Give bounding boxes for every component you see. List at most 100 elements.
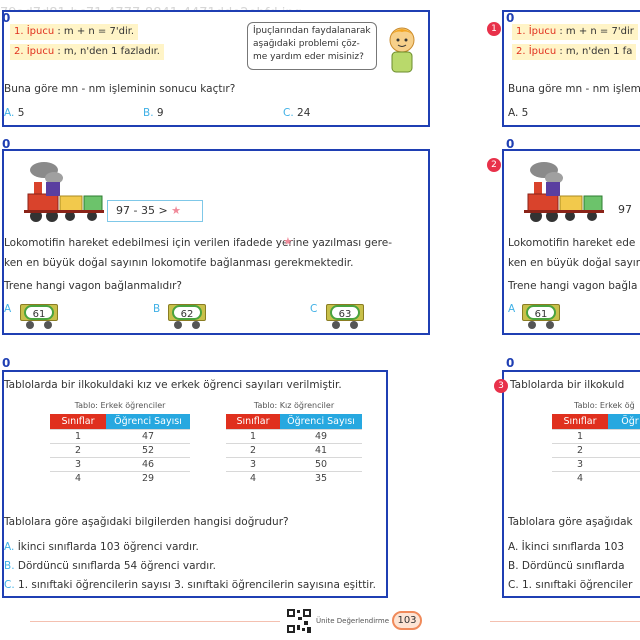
question-2-line-1-text: Lokomotifin hareket edebilmesi için veri… xyxy=(4,237,392,249)
hint-1: 1. İpucu : m + n = 7'dir. xyxy=(10,24,139,40)
table-row: 2 41 xyxy=(226,443,362,458)
star-icon-inline: ★ xyxy=(283,235,293,248)
table-header: Öğrenci Sayısı xyxy=(280,414,362,430)
question-2-option-b-wagon[interactable]: 62 xyxy=(168,300,206,330)
question-1-option-c[interactable]: C. 24 xyxy=(283,106,310,120)
right-question-2-line-2: ken en büyük doğal sayın xyxy=(508,257,640,269)
table-cell: 49 xyxy=(280,429,362,444)
question-3-number: 0 xyxy=(2,356,11,370)
question-2-option-c-wagon[interactable]: 63 xyxy=(326,300,364,330)
question-2-option-c-letter: C xyxy=(310,303,318,315)
table-row: 1 47 xyxy=(50,429,190,444)
right-hint-1-text: : m + n = 7'dir xyxy=(556,26,634,37)
wagon-wheel xyxy=(528,321,536,329)
right-question-1-badge: 1 xyxy=(487,22,501,36)
table-cell xyxy=(608,471,640,485)
wagon-wheel xyxy=(546,321,554,329)
option-value: 1. sınıftaki öğrencilerin sayısı 3. sını… xyxy=(18,579,376,591)
table-header: Öğrenci Sayısı xyxy=(106,414,190,430)
option-letter: C. xyxy=(283,107,294,119)
table-cell: 2 xyxy=(552,443,608,458)
table-cell xyxy=(608,457,640,472)
question-2-line-2: ken en büyük doğal sayının lokomotife ba… xyxy=(4,257,354,269)
table-cell: 3 xyxy=(226,457,280,472)
page-gutter xyxy=(432,0,486,640)
question-2-option-a-letter: A xyxy=(4,303,12,315)
right-question-2-option-a-letter: A xyxy=(508,303,516,315)
question-3-option-a[interactable]: A. İkinci sınıflarda 103 öğrenci vardır. xyxy=(4,540,199,554)
right-question-3-number: 0 xyxy=(506,356,515,370)
table-cell: 47 xyxy=(106,429,190,444)
child-illustration xyxy=(389,27,415,73)
qr-code-icon xyxy=(286,608,312,634)
question-2-text: Trene hangi vagon bağlanmalıdır? xyxy=(4,280,183,292)
question-1-option-b[interactable]: B. 9 xyxy=(143,106,164,120)
option-letter: B. xyxy=(4,560,15,572)
question-3-option-c[interactable]: C. 1. sınıftaki öğrencilerin sayısı 3. s… xyxy=(4,578,376,592)
table-header: Öğr xyxy=(608,414,640,430)
option-letter: A. xyxy=(4,541,15,553)
expression-text: 97 - 35 > xyxy=(116,204,168,217)
option-letter: B. xyxy=(143,107,154,119)
table-boys: Sınıflar Öğrenci Sayısı 1 47 2 52 3 46 4 29 xyxy=(50,414,190,485)
right-question-1-text: Buna göre mn - nm işlemin xyxy=(508,83,640,95)
wagon-value: 62 xyxy=(172,305,202,320)
table-cell: 3 xyxy=(50,457,106,472)
table-row: 3 46 xyxy=(50,457,190,472)
table-cell: 1 xyxy=(226,429,280,444)
right-question-3-option-b[interactable]: B. Dördüncü sınıflarda xyxy=(508,559,625,573)
train-illustration xyxy=(24,162,104,222)
page-number: 103 xyxy=(392,611,422,630)
question-1-option-a[interactable]: A. 5 xyxy=(4,106,24,120)
table-cell: 4 xyxy=(226,471,280,485)
question-3-option-b[interactable]: B. Dördüncü sınıflarda 54 öğrenci vardır… xyxy=(4,559,216,573)
expression-box: 97 - 35 > ★ xyxy=(107,200,203,222)
hint-2-prefix: 2. İpucu xyxy=(14,46,55,57)
table-row: 1 xyxy=(552,429,640,444)
right-question-3-option-a[interactable]: A. İkinci sınıflarda 103 xyxy=(508,540,624,554)
table-row: 4 35 xyxy=(226,471,362,485)
option-letter: C. xyxy=(4,579,15,591)
right-question-3-option-c[interactable]: C. 1. sınıftaki öğrenciler xyxy=(508,578,632,592)
table-cell: 29 xyxy=(106,471,190,485)
right-question-1-number: 0 xyxy=(506,11,515,25)
question-2-option-a-wagon[interactable]: 61 xyxy=(20,300,58,330)
right-hint-2: 2. İpucu : m, n'den 1 fa xyxy=(512,44,637,60)
speech-bubble: İpuçlarından faydalanarak aşağıdaki prob… xyxy=(247,22,377,70)
right-table-boys: Sınıflar Öğr 1 2 3 4 xyxy=(552,414,640,485)
hint-1-prefix: 1. İpucu xyxy=(14,26,55,37)
option-value: Dördüncü sınıflarda 54 öğrenci vardır. xyxy=(17,560,216,572)
question-2-line-1: Lokomotifin hareket edebilmesi için veri… xyxy=(4,236,392,250)
wagon-wheel xyxy=(26,321,34,329)
speech-line-3: me yardım eder misiniz? xyxy=(253,52,364,62)
table-cell: 41 xyxy=(280,443,362,458)
wagon-wheel xyxy=(44,321,52,329)
table-cell: 35 xyxy=(280,471,362,485)
table-girls: Sınıflar Öğrenci Sayısı 1 49 2 41 3 50 4 35 xyxy=(226,414,362,485)
right-question-2-text: Trene hangi vagon bağla xyxy=(508,280,638,292)
question-1-text: Buna göre mn - nm işleminin sonucu kaçtı… xyxy=(4,83,236,95)
wagon-wheel xyxy=(350,321,358,329)
table-cell: 46 xyxy=(106,457,190,472)
right-question-2-option-a-wagon[interactable]: 61 xyxy=(522,300,560,330)
footer-label: Ünite Değerlendirme xyxy=(316,617,390,625)
table-row: 3 50 xyxy=(226,457,362,472)
table-row: 1 49 xyxy=(226,429,362,444)
right-question-2-line-1: Lokomotifin hareket ede xyxy=(508,237,636,249)
wagon-wheel xyxy=(332,321,340,329)
star-icon: ★ xyxy=(171,204,182,217)
table-header: Sınıflar xyxy=(226,414,280,430)
table-cell: 4 xyxy=(552,471,608,485)
right-question-1-option-a[interactable]: A. 5 xyxy=(508,106,528,120)
question-3-text: Tablolara göre aşağıdaki bilgilerden han… xyxy=(4,516,289,528)
table-cell: 1 xyxy=(50,429,106,444)
right-hint-2-text: : m, n'den 1 fa xyxy=(556,46,633,57)
hint-2: 2. İpucu : m, n'den 1 fazladır. xyxy=(10,44,164,60)
option-value: 24 xyxy=(297,107,311,119)
table-row: 2 52 xyxy=(50,443,190,458)
footer-rule xyxy=(30,621,280,622)
wagon-value: 63 xyxy=(330,305,360,320)
option-value: İkinci sınıflarda 103 öğrenci vardır. xyxy=(17,541,199,553)
right-question-2-badge: 2 xyxy=(487,158,501,172)
speech-line-2: aşağıdaki problemi çöz- xyxy=(253,39,360,49)
